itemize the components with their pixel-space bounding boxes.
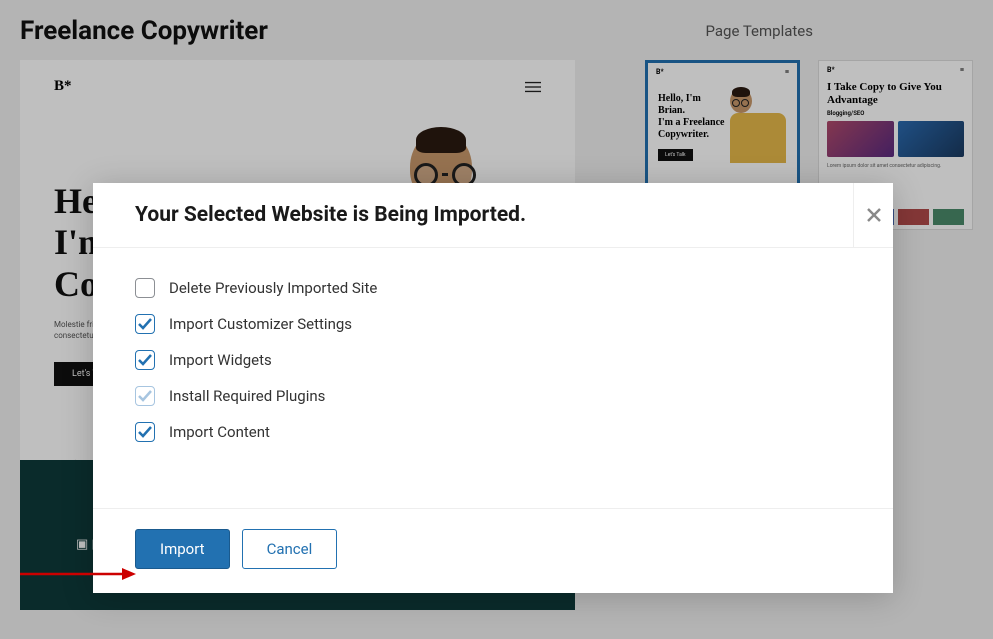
checkbox-delete-site[interactable] — [135, 278, 155, 298]
checkbox-widgets[interactable] — [135, 350, 155, 370]
cancel-button[interactable]: Cancel — [242, 529, 338, 569]
close-icon[interactable] — [853, 183, 893, 247]
label-widgets: Import Widgets — [169, 351, 272, 369]
label-plugins: Install Required Plugins — [169, 387, 325, 405]
annotation-arrow — [18, 564, 138, 588]
label-customizer: Import Customizer Settings — [169, 315, 352, 333]
checkbox-plugins — [135, 386, 155, 406]
checkbox-content[interactable] — [135, 422, 155, 442]
checkbox-customizer[interactable] — [135, 314, 155, 334]
import-modal: Your Selected Website is Being Imported.… — [93, 183, 893, 593]
import-button[interactable]: Import — [135, 529, 230, 569]
label-content: Import Content — [169, 423, 270, 441]
modal-title: Your Selected Website is Being Imported. — [135, 203, 526, 227]
label-delete-site: Delete Previously Imported Site — [169, 279, 377, 297]
